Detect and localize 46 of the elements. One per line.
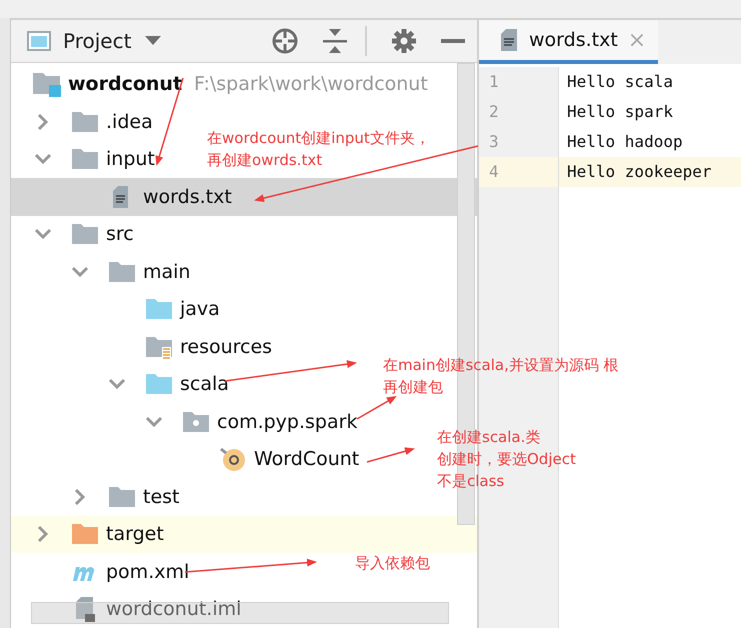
tree-label[interactable]: main <box>143 260 190 283</box>
minimize-icon[interactable] <box>441 38 465 43</box>
tree-label[interactable]: wordconut.iml <box>106 598 242 620</box>
tree-label[interactable]: words.txt <box>143 186 232 208</box>
tree-label[interactable]: pom.xml <box>106 560 190 583</box>
annotation-note: 在wordcount创建input文件夹， 再创建owrds.txt <box>207 128 430 171</box>
annotation-note: 在创建scala.类 创建时，要选Odject 不是class <box>437 427 576 492</box>
module-path: F:\spark\work\wordconut <box>194 73 428 96</box>
caret-icon[interactable] <box>145 36 162 46</box>
locate-icon[interactable] <box>271 26 299 55</box>
chevron-right-icon[interactable] <box>35 114 51 130</box>
tree-label[interactable]: test <box>143 486 180 508</box>
tree-label[interactable]: src <box>106 223 134 246</box>
tree-label[interactable]: java <box>180 298 220 320</box>
highlighted-tree-row[interactable]: target <box>11 516 477 553</box>
tree-label[interactable]: WordCount <box>254 448 360 470</box>
annotation-note: 在main创建scala,并设置为源码 根 再创建包 <box>383 355 619 398</box>
line-number: 1 <box>489 72 499 91</box>
editor-tab[interactable]: words.txt × <box>479 20 658 64</box>
tree-label[interactable]: resources <box>180 336 272 358</box>
settings-icon[interactable] <box>391 28 417 54</box>
line-number: 4 <box>489 162 499 181</box>
annotation-arrow <box>356 396 397 420</box>
code-line: Hello hadoop <box>567 132 683 151</box>
scrollbar[interactable] <box>31 602 449 624</box>
tree-label[interactable]: scala <box>180 373 229 396</box>
selected-tree-row[interactable]: words.txt <box>11 178 477 216</box>
annotation-note: 导入依赖包 <box>355 553 430 574</box>
text-file-icon <box>499 28 519 52</box>
code-line: Hello spark <box>567 102 673 121</box>
module-folder-icon <box>33 71 61 98</box>
project-view-icon <box>27 30 51 51</box>
object-icon <box>219 446 247 472</box>
panel-title[interactable]: Project <box>63 28 132 53</box>
tree-label[interactable]: target <box>106 523 164 546</box>
code-line: Hello zookeeper <box>567 162 712 181</box>
tree-label[interactable]: .idea <box>106 110 153 133</box>
line-number: 3 <box>489 132 499 151</box>
code-line: Hello scala <box>567 72 673 91</box>
tree-label[interactable]: com.pyp.spark <box>217 410 358 433</box>
chevron-right-icon[interactable] <box>35 526 51 542</box>
line-number: 2 <box>489 102 499 121</box>
tree-label[interactable]: input <box>106 148 155 170</box>
collapse-icon[interactable] <box>323 28 347 54</box>
chevron-right-icon[interactable] <box>72 488 88 505</box>
annotation-arrow <box>366 447 415 463</box>
